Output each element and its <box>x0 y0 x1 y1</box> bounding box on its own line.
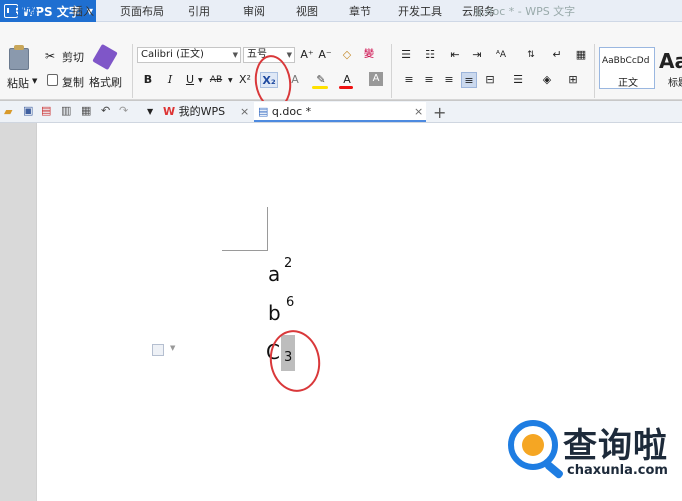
print-icon[interactable]: ▦ <box>81 104 91 117</box>
document-icon: ▤ <box>258 105 269 118</box>
copy-button[interactable]: 复制 <box>62 74 84 90</box>
menu-tab-page-layout[interactable]: 页面布局 <box>120 3 164 19</box>
line-1-superscript[interactable]: 2 <box>284 256 292 271</box>
menu-tab-start[interactable]: 开始 <box>16 3 38 19</box>
increase-indent-icon[interactable]: ⇥ <box>469 47 485 63</box>
line-spacing-icon[interactable]: ☰ <box>510 72 526 88</box>
clipboard-clip-icon <box>14 45 24 50</box>
cut-button[interactable]: 剪切 <box>62 49 84 65</box>
font-color-bar <box>339 86 353 89</box>
grow-font-button[interactable]: A⁺ <box>299 47 315 63</box>
format-painter-button[interactable]: 格式刷 <box>89 74 122 90</box>
page-corner-mark <box>267 207 268 251</box>
copy-icon[interactable] <box>47 74 58 86</box>
line-1-base[interactable]: a <box>268 262 280 286</box>
tab-my-wps[interactable]: W 我的WPS × <box>163 102 253 122</box>
font-name-value: Calibri (正文) <box>141 49 204 60</box>
print-preview-icon[interactable]: ▥ <box>61 104 71 117</box>
phonetic-guide-icon[interactable]: 變 <box>361 47 377 63</box>
quick-access-dropdown-icon[interactable]: ▼ <box>147 107 153 116</box>
tab-label: q.doc * <box>271 105 312 118</box>
clear-format-icon[interactable]: ◇ <box>339 47 355 63</box>
sort-icon[interactable]: ⇅ <box>523 47 539 63</box>
window-title: q.doc * - WPS 文字 <box>475 5 576 18</box>
menu-tab-chapter[interactable]: 章节 <box>349 3 371 19</box>
watermark-name: 查询啦 <box>563 426 668 466</box>
line-2-superscript[interactable]: 6 <box>286 295 294 310</box>
watermark-logo-icon <box>508 420 558 470</box>
chevron-down-icon[interactable]: ▼ <box>198 77 203 84</box>
redo-icon[interactable]: ↷ <box>119 104 128 117</box>
paragraph-handle-icon[interactable] <box>152 344 164 356</box>
wps-w-icon: W <box>163 105 176 118</box>
numbered-list-icon[interactable]: ☷ <box>422 47 438 63</box>
open-folder-icon[interactable]: ▰ <box>4 105 12 118</box>
line-2-base[interactable]: b <box>268 301 281 325</box>
export-pdf-icon[interactable]: ▤ <box>41 104 51 117</box>
style-normal[interactable]: AaBbCcDd 正文 <box>599 47 655 89</box>
strikethrough-button[interactable]: AB <box>206 72 226 88</box>
char-shading-icon[interactable]: A <box>369 72 383 86</box>
highlight-color-bar <box>312 86 328 89</box>
style-normal-label: 正文 <box>618 78 638 89</box>
chevron-down-icon[interactable]: ▼ <box>228 77 233 84</box>
tab-q-doc[interactable]: ▤ q.doc * × <box>254 102 426 122</box>
menu-tab-references[interactable]: 引用 <box>188 3 210 19</box>
font-name-select[interactable]: Calibri (正文) ▼ <box>137 47 241 63</box>
underline-button[interactable]: U <box>182 72 198 88</box>
save-icon[interactable]: ▣ <box>23 104 33 117</box>
borders-icon[interactable]: ⊞ <box>565 72 581 88</box>
align-left-icon[interactable]: ≡ <box>401 72 417 88</box>
paste-icon[interactable] <box>9 48 29 70</box>
justify-icon[interactable]: ≡ <box>461 72 477 88</box>
table-icon[interactable]: ▦ <box>573 47 589 63</box>
style-normal-preview: AaBbCcDd <box>602 56 650 66</box>
paste-dropdown-icon[interactable]: ▼ <box>32 77 37 85</box>
style-heading-label[interactable]: 标题 <box>668 74 682 89</box>
tab-label: 我的WPS <box>178 105 226 118</box>
scissors-icon[interactable]: ✂ <box>45 49 55 63</box>
show-marks-icon[interactable]: ↵ <box>549 47 565 63</box>
bullet-list-icon[interactable]: ☰ <box>398 47 414 63</box>
menu-tab-developer[interactable]: 开发工具 <box>398 3 442 19</box>
watermark-url: chaxunla.com <box>567 463 668 478</box>
style-heading-preview[interactable]: Aa <box>659 49 682 73</box>
chevron-down-icon: ▼ <box>232 51 238 59</box>
chevron-down-icon: ▼ <box>286 51 292 59</box>
menu-tab-insert[interactable]: 插入 <box>72 3 94 19</box>
group-separator <box>594 44 595 98</box>
distribute-icon[interactable]: ⊟ <box>482 72 498 88</box>
undo-icon[interactable]: ↶ <box>101 104 110 117</box>
text-direction-icon[interactable]: ᴬA <box>493 47 509 63</box>
italic-button[interactable]: I <box>162 72 178 88</box>
decrease-indent-icon[interactable]: ⇤ <box>447 47 463 63</box>
chevron-down-icon[interactable]: ▼ <box>170 344 175 352</box>
menu-tab-view[interactable]: 视图 <box>296 3 318 19</box>
superscript-button[interactable]: X² <box>236 72 254 88</box>
new-tab-button[interactable]: + <box>433 103 446 122</box>
align-right-icon[interactable]: ≡ <box>441 72 457 88</box>
paste-button[interactable]: 粘贴 <box>7 75 29 91</box>
group-separator <box>132 44 133 98</box>
shrink-font-button[interactable]: A⁻ <box>317 47 333 63</box>
close-icon[interactable]: × <box>414 102 423 122</box>
vertical-margin <box>0 123 36 501</box>
page-corner-mark <box>222 250 268 251</box>
bold-button[interactable]: B <box>140 72 156 88</box>
group-separator <box>391 44 392 98</box>
align-center-icon[interactable]: ≡ <box>421 72 437 88</box>
menu-tab-review[interactable]: 审阅 <box>243 3 265 19</box>
shading-icon[interactable]: ◈ <box>539 72 555 88</box>
close-icon[interactable]: × <box>240 102 249 122</box>
